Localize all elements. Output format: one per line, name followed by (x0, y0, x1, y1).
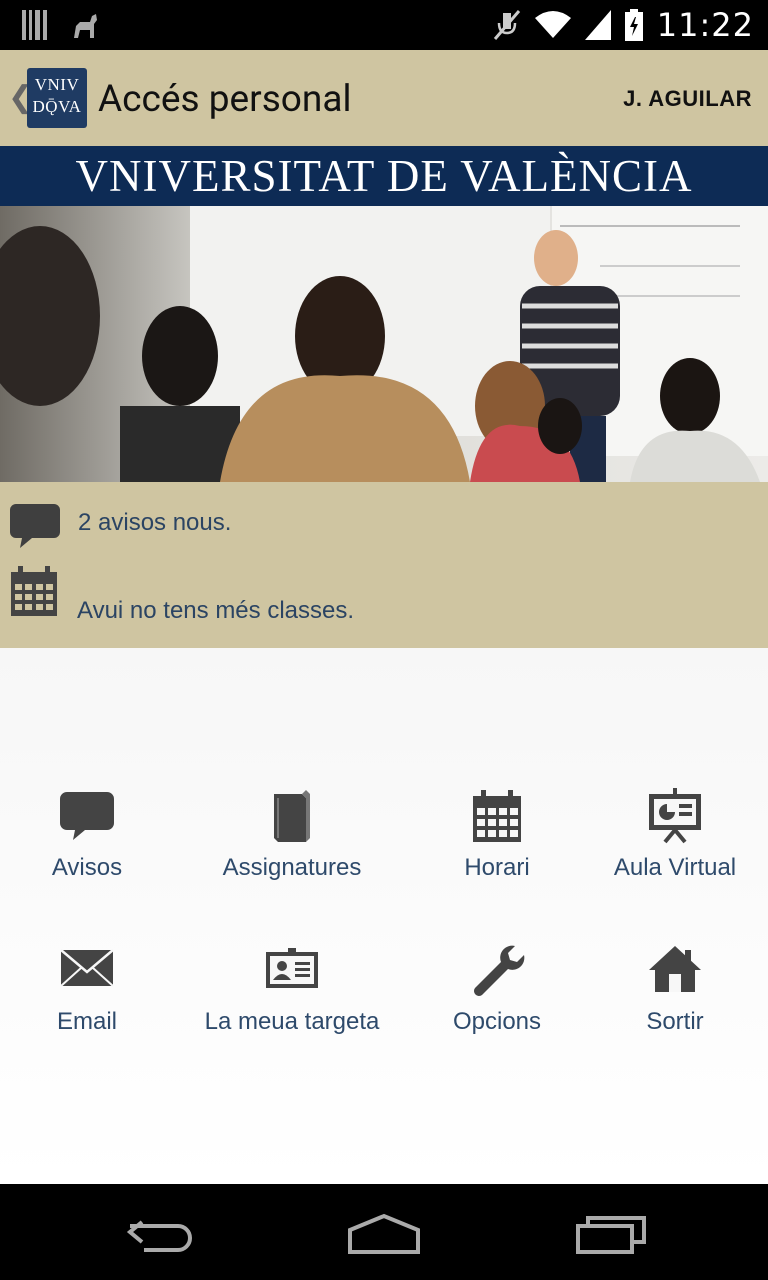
schedule-notice-text: Avui no tens més classes. (77, 597, 355, 624)
status-bar: 11:22 (0, 0, 768, 50)
status-right: 11:22 (493, 6, 754, 44)
logo-line-2: DǬVA (32, 97, 82, 116)
page-title: Accés personal (98, 78, 352, 121)
menu-label: Sortir (646, 1008, 704, 1035)
menu-label: Aula Virtual (613, 854, 737, 881)
recent-apps-icon[interactable] (570, 1208, 650, 1258)
messages-notice[interactable]: 2 avisos nous. (0, 496, 768, 556)
wrench-icon (474, 945, 525, 996)
menu-item-sortir[interactable]: Sortir (575, 942, 768, 1052)
menu-item-aula-virtual[interactable]: Aula Virtual (575, 788, 768, 898)
classroom-photo (0, 206, 768, 482)
speech-bubble-icon (60, 792, 114, 840)
envelope-icon (60, 949, 114, 987)
wifi-icon (534, 11, 571, 38)
menu-item-la-meua-targeta[interactable]: La meua targeta (192, 942, 392, 1052)
university-banner: VNIVERSITAT DE VALÈNCIA (0, 146, 768, 206)
speech-bubble-icon (10, 504, 60, 548)
logo-line-1: VNIV (34, 75, 80, 94)
home-nav-icon[interactable] (344, 1208, 424, 1258)
hero-photo (0, 206, 768, 482)
clock: 11:22 (656, 6, 754, 44)
menu-label: La meua targeta (204, 1008, 380, 1035)
home-icon (649, 946, 701, 992)
menu-item-avisos[interactable]: Avisos (0, 788, 187, 898)
barcode-icon (22, 10, 47, 40)
mute-icon (493, 10, 520, 40)
presentation-icon (649, 788, 701, 844)
battery-icon (624, 9, 643, 41)
info-panel: 2 avisos nous. Avui no tens més classes. (0, 482, 768, 648)
main-menu: Avisos Assignatures Horari Aula Virtual … (0, 648, 768, 1184)
id-card-icon (266, 948, 318, 988)
menu-item-assignatures[interactable]: Assignatures (192, 788, 392, 898)
calendar-icon (473, 790, 521, 842)
system-nav-bar (0, 1184, 768, 1280)
book-icon (274, 790, 310, 842)
calendar-icon (11, 566, 57, 616)
signal-icon (584, 10, 611, 40)
action-bar: ❮ VNIV DǬVA Accés personal J. AGUILAR (0, 50, 768, 146)
status-left (22, 10, 100, 40)
schedule-notice[interactable]: Avui no tens més classes. (0, 566, 768, 626)
android-icon (74, 14, 97, 38)
user-name[interactable]: J. AGUILAR (623, 86, 752, 112)
banner-text: VNIVERSITAT DE VALÈNCIA (75, 151, 693, 201)
back-icon[interactable] (122, 1208, 202, 1258)
menu-label: Assignatures (222, 854, 362, 881)
app-logo[interactable]: VNIV DǬVA (27, 68, 87, 128)
menu-item-email[interactable]: Email (0, 942, 187, 1052)
messages-notice-text: 2 avisos nous. (78, 509, 232, 536)
